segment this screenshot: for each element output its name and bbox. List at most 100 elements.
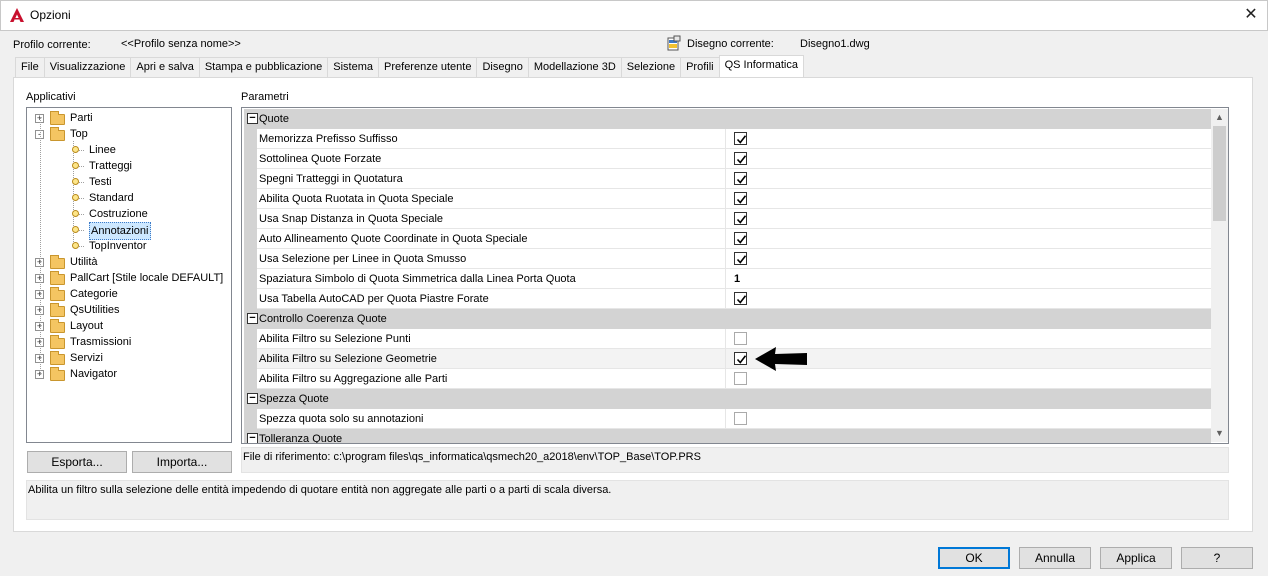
apply-button[interactable]: Applica (1100, 547, 1172, 569)
tree-item-utilità[interactable]: + Utilità (27, 254, 231, 270)
tab-apri-e-salva[interactable]: Apri e salva (130, 57, 200, 77)
parameter-value[interactable]: 1 (734, 273, 740, 285)
tab-visualizzazione[interactable]: Visualizzazione (43, 57, 132, 77)
cancel-button[interactable]: Annulla (1019, 547, 1091, 569)
parameter-checkbox[interactable] (734, 292, 747, 305)
parameters-grid[interactable]: − Quote Memorizza Prefisso Suffisso Sottoli… (241, 107, 1229, 444)
category-controllo-coerenza-quote[interactable]: − Controllo Coerenza Quote (244, 309, 1211, 329)
scroll-down-icon[interactable]: ▼ (1211, 425, 1228, 442)
category-label: Spezza Quote (259, 393, 329, 405)
parameter-value-cell[interactable] (734, 412, 747, 425)
tree-item-parti[interactable]: + Parti (27, 110, 231, 126)
tree-item-tratteggi[interactable]: Tratteggi (27, 158, 231, 174)
tab-stampa-e-pubblicazione[interactable]: Stampa e pubblicazione (198, 57, 329, 77)
parameter-value-cell[interactable] (734, 372, 747, 385)
parameter-value-cell[interactable] (734, 352, 747, 365)
tree-item-trasmissioni[interactable]: + Trasmissioni (27, 334, 231, 350)
tree-item-standard[interactable]: Standard (27, 190, 231, 206)
collapse-icon[interactable]: − (247, 433, 258, 443)
collapse-icon[interactable]: − (247, 393, 258, 404)
parameter-row[interactable]: Usa Snap Distanza in Quota Speciale (244, 209, 1211, 229)
parameter-value-cell[interactable] (734, 152, 747, 165)
parameter-value-cell[interactable] (734, 332, 747, 345)
parameter-checkbox[interactable] (734, 152, 747, 165)
parameter-row[interactable]: Spaziatura Simbolo di Quota Simmetrica d… (244, 269, 1211, 289)
category-tolleranza-quote[interactable]: − Tolleranza Quote (244, 429, 1211, 444)
folder-icon (50, 351, 65, 365)
tab-disegno[interactable]: Disegno (476, 57, 529, 77)
parameter-checkbox[interactable] (734, 132, 747, 145)
description-text: Abilita un filtro sulla selezione delle … (28, 484, 612, 496)
tab-qs-informatica[interactable]: QS Informatica (718, 55, 804, 77)
export-button[interactable]: Esporta... (27, 451, 127, 473)
parameter-checkbox[interactable] (734, 352, 747, 365)
tree-item-topinventor[interactable]: TopInventor (27, 238, 231, 254)
tree-item-layout[interactable]: + Layout (27, 318, 231, 334)
scroll-thumb[interactable] (1213, 126, 1226, 221)
parameter-row[interactable]: Auto Allineamento Quote Coordinate in Qu… (244, 229, 1211, 249)
option-node-icon (72, 162, 79, 169)
collapse-icon[interactable]: − (247, 313, 258, 324)
parameter-row[interactable]: Usa Tabella AutoCAD per Quota Piastre Fo… (244, 289, 1211, 309)
applications-tree[interactable]: + Parti - Top Linee Tratteggi Testi Standard Cos… (26, 107, 232, 443)
tab-modellazione-3d[interactable]: Modellazione 3D (527, 57, 622, 77)
category-quote[interactable]: − Quote (244, 109, 1211, 129)
tree-item-categorie[interactable]: + Categorie (27, 286, 231, 302)
parameter-value-cell[interactable] (734, 172, 747, 185)
parameter-row[interactable]: Spegni Tratteggi in Quotatura (244, 169, 1211, 189)
tree-item-qsutilities[interactable]: + QsUtilities (27, 302, 231, 318)
category-label: Tolleranza Quote (259, 433, 343, 444)
ok-button[interactable]: OK (938, 547, 1010, 569)
parameter-row[interactable]: Abilita Quota Ruotata in Quota Speciale (244, 189, 1211, 209)
parameter-name: Abilita Quota Ruotata in Quota Speciale (244, 189, 726, 209)
tree-item-servizi[interactable]: + Servizi (27, 350, 231, 366)
parameter-row[interactable]: Abilita Filtro su Selezione Punti (244, 329, 1211, 349)
tree-item-label: Tratteggi (89, 160, 133, 172)
category-spezza-quote[interactable]: − Spezza Quote (244, 389, 1211, 409)
tree-item-top[interactable]: - Top (27, 126, 231, 142)
tree-item-pallcart[interactable]: + PallCart [Stile locale DEFAULT] (27, 270, 231, 286)
parameter-checkbox[interactable] (734, 252, 747, 265)
parameter-value-cell[interactable] (734, 292, 747, 305)
parameter-value-cell[interactable]: 1 (734, 273, 740, 285)
parameter-checkbox[interactable] (734, 172, 747, 185)
parameter-checkbox[interactable] (734, 212, 747, 225)
parameter-row[interactable]: Spezza quota solo su annotazioni (244, 409, 1211, 429)
parameter-row[interactable]: Sottolinea Quote Forzate (244, 149, 1211, 169)
close-button[interactable]: ✕ (1236, 2, 1266, 28)
parameter-checkbox[interactable] (734, 232, 747, 245)
parameter-name: Abilita Filtro su Selezione Punti (244, 329, 726, 349)
tree-item-annotazioni[interactable]: Annotazioni (27, 222, 231, 240)
tab-file[interactable]: File (15, 57, 45, 77)
parameter-value-cell[interactable] (734, 252, 747, 265)
parameter-checkbox[interactable] (734, 412, 747, 425)
parameter-value-cell[interactable] (734, 232, 747, 245)
parameter-row[interactable]: Memorizza Prefisso Suffisso (244, 129, 1211, 149)
tab-sistema[interactable]: Sistema (327, 57, 380, 77)
option-node-icon (72, 226, 79, 233)
parameter-value-cell[interactable] (734, 132, 747, 145)
tree-item-navigator[interactable]: + Navigator (27, 366, 231, 382)
parameter-value-cell[interactable] (734, 192, 747, 205)
collapse-icon[interactable]: − (247, 113, 258, 124)
parameter-checkbox[interactable] (734, 192, 747, 205)
parameter-row[interactable]: Abilita Filtro su Selezione Geometrie (244, 349, 1211, 369)
tab-profili[interactable]: Profili (680, 57, 720, 77)
parameter-row[interactable]: Abilita Filtro su Aggregazione alle Part… (244, 369, 1211, 389)
scroll-up-icon[interactable]: ▲ (1211, 109, 1228, 126)
tab-selezione[interactable]: Selezione (620, 57, 682, 77)
parameter-checkbox[interactable] (734, 372, 747, 385)
parameter-name: Usa Selezione per Linee in Quota Smusso (244, 249, 726, 269)
tree-item-testi[interactable]: Testi (27, 174, 231, 190)
parameters-scrollbar[interactable]: ▲ ▼ (1211, 109, 1228, 442)
parameter-row[interactable]: Usa Selezione per Linee in Quota Smusso (244, 249, 1211, 269)
window-title: Opzioni (30, 8, 71, 22)
parameter-checkbox[interactable] (734, 332, 747, 345)
help-button[interactable]: ? (1181, 547, 1253, 569)
tree-item-costruzione[interactable]: Costruzione (27, 206, 231, 222)
tree-item-label: Trasmissioni (70, 336, 132, 348)
parameter-value-cell[interactable] (734, 212, 747, 225)
tree-item-linee[interactable]: Linee (27, 142, 231, 158)
tab-preferenze-utente[interactable]: Preferenze utente (378, 57, 478, 77)
import-button[interactable]: Importa... (132, 451, 232, 473)
